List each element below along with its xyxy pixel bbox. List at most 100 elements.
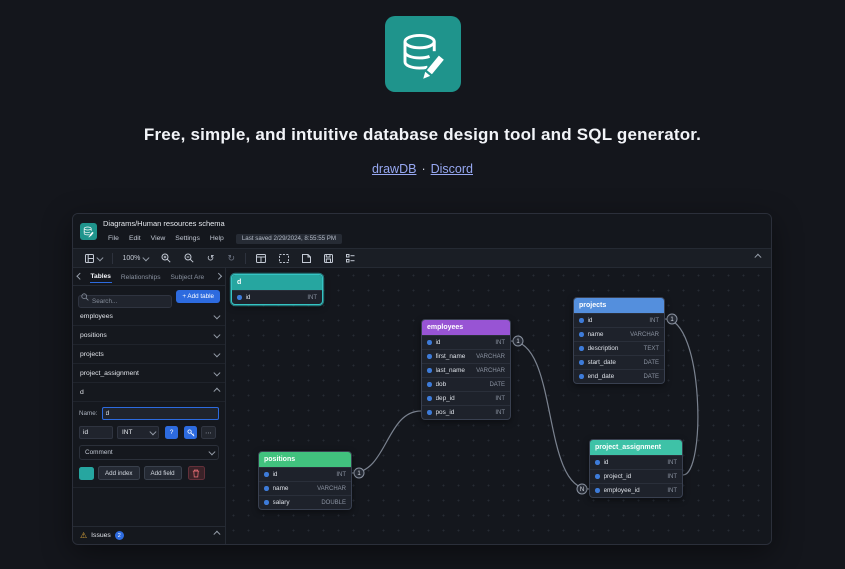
table-field-row[interactable]: pos_id INT <box>422 405 510 419</box>
table-field-row[interactable]: name VARCHAR <box>574 327 664 341</box>
table-header[interactable]: employees <box>422 320 510 335</box>
sidebar: Tables Relationships Subject Are + Add tab… <box>73 268 226 544</box>
canvas-table-projects[interactable]: projects id INT name VARCHAR description TEXT s… <box>573 297 665 384</box>
table-header[interactable]: project_assignment <box>590 440 682 455</box>
menu-item-view[interactable]: View <box>146 234 171 243</box>
field-name: id <box>603 459 609 466</box>
tabs-scroll-right-icon[interactable] <box>214 273 221 280</box>
field-name: dob <box>435 381 447 388</box>
table-header[interactable]: projects <box>574 298 664 313</box>
field-type: DATE <box>489 381 505 388</box>
field-options-button[interactable]: ⋯ <box>201 426 216 439</box>
field-name: id <box>272 471 278 478</box>
add-field-button[interactable]: Add field <box>143 466 182 480</box>
tab-relationships[interactable]: Relationships <box>120 271 162 283</box>
tabs-scroll-left-icon[interactable] <box>77 273 84 280</box>
field-dot-icon <box>579 374 584 379</box>
menu-item-help[interactable]: Help <box>205 234 229 243</box>
table-field-row[interactable]: dep_id INT <box>422 391 510 405</box>
table-field-row[interactable]: description TEXT <box>574 341 664 355</box>
field-name: id <box>435 339 441 346</box>
diagram-canvas[interactable]: 11N1 d id INT employees id INT first_name VARCH… <box>226 268 771 544</box>
discord-link[interactable]: Discord <box>431 162 473 176</box>
add-index-button[interactable]: Add index <box>98 466 140 480</box>
table-field-row[interactable]: id INT <box>574 313 664 327</box>
comment-section-toggle[interactable]: Comment <box>79 445 219 460</box>
canvas-table-employees[interactable]: employees id INT first_name VARCHAR last_name… <box>421 319 511 420</box>
add-area-tool-button[interactable] <box>276 252 292 265</box>
zoom-in-icon <box>161 253 171 263</box>
layout-toggle-button[interactable] <box>82 252 105 265</box>
table-field-row[interactable]: id INT <box>259 467 351 481</box>
table-field-row[interactable]: id INT <box>590 455 682 469</box>
field-name: pos_id <box>435 409 455 416</box>
table-field-row[interactable]: id INT <box>232 290 322 304</box>
menu-item-file[interactable]: File <box>103 234 124 243</box>
table-field-row[interactable]: salary DOUBLE <box>259 495 351 509</box>
nullable-toggle-button[interactable]: ? <box>165 426 178 439</box>
zoom-level-dropdown[interactable]: 100% <box>120 253 151 264</box>
search-icon <box>81 293 89 301</box>
search-input[interactable] <box>78 295 173 308</box>
collapse-header-button[interactable] <box>752 254 763 263</box>
table-field-row[interactable]: start_date DATE <box>574 355 664 369</box>
menu-item-edit[interactable]: Edit <box>124 234 146 243</box>
field-type-value: INT <box>122 429 133 436</box>
sidebar-table-item-employees[interactable]: employees <box>73 307 225 326</box>
field-name: id <box>245 294 251 301</box>
hero-title: Free, simple, and intuitive database des… <box>143 125 702 144</box>
key-icon <box>186 428 194 436</box>
issues-collapse-icon[interactable] <box>213 531 220 538</box>
add-table-tool-button[interactable] <box>253 252 269 265</box>
sidebar-table-item-positions[interactable]: positions <box>73 326 225 345</box>
save-button[interactable] <box>321 252 336 265</box>
table-field-row[interactable]: project_id INT <box>590 469 682 483</box>
add-table-button[interactable]: + Add table <box>176 290 220 303</box>
document-title[interactable]: Diagrams/Human resources schema <box>103 217 771 231</box>
table-field-row[interactable]: dob DATE <box>422 377 510 391</box>
field-name: id <box>587 317 593 324</box>
canvas-table-d[interactable]: d id INT <box>231 274 323 305</box>
table-header[interactable]: positions <box>259 452 351 467</box>
issues-section[interactable]: ⚠ Issues 2 <box>73 526 225 544</box>
relationship-line[interactable] <box>351 410 422 474</box>
toolbar-divider <box>111 252 113 264</box>
zoom-out-button[interactable] <box>181 251 197 265</box>
sidebar-table-item-d[interactable]: d <box>73 383 225 402</box>
delete-table-button[interactable] <box>187 466 205 480</box>
table-field-row[interactable]: last_name VARCHAR <box>422 363 510 377</box>
sidebar-table-item-projects[interactable]: projects <box>73 345 225 364</box>
tab-tables[interactable]: Tables <box>89 270 112 283</box>
canvas-table-positions[interactable]: positions id INT name VARCHAR salary DOUBLE <box>258 451 352 510</box>
zoom-in-button[interactable] <box>158 251 174 265</box>
warning-icon: ⚠ <box>80 530 88 540</box>
redo-button[interactable]: ↻ <box>224 252 238 264</box>
primary-key-toggle-button[interactable] <box>184 426 197 439</box>
table-field-row[interactable]: end_date DATE <box>574 369 664 383</box>
table-field-row[interactable]: id INT <box>422 335 510 349</box>
field-dot-icon <box>579 346 584 351</box>
table-field-row[interactable]: name VARCHAR <box>259 481 351 495</box>
app-header: Diagrams/Human resources schema File Edit… <box>73 214 771 248</box>
menu-item-settings[interactable]: Settings <box>170 234 205 243</box>
table-header[interactable]: d <box>232 275 322 290</box>
table-color-swatch[interactable] <box>79 466 94 480</box>
table-field-row[interactable]: first_name VARCHAR <box>422 349 510 363</box>
sidebar-table-item-project_assignment[interactable]: project_assignment <box>73 364 225 383</box>
table-field-row[interactable]: employee_id INT <box>590 483 682 497</box>
canvas-table-project_assignment[interactable]: project_assignment id INT project_id INT empl… <box>589 439 683 498</box>
tab-subject-are[interactable]: Subject Are <box>170 271 206 283</box>
field-name: project_id <box>603 473 632 480</box>
field-name-input[interactable] <box>79 426 113 439</box>
undo-button[interactable]: ↺ <box>204 252 218 264</box>
table-name-input[interactable] <box>101 407 219 420</box>
tab-items: Tables Relationships Subject Are <box>89 270 209 283</box>
field-name: start_date <box>587 359 616 366</box>
field-name: end_date <box>587 373 615 380</box>
add-note-tool-button[interactable] <box>299 252 314 265</box>
field-dot-icon <box>427 368 432 373</box>
field-dot-icon <box>595 474 600 479</box>
todo-tool-button[interactable] <box>343 252 358 265</box>
field-type-select[interactable]: INT <box>117 426 159 439</box>
drawdb-link[interactable]: drawDB <box>372 162 416 176</box>
